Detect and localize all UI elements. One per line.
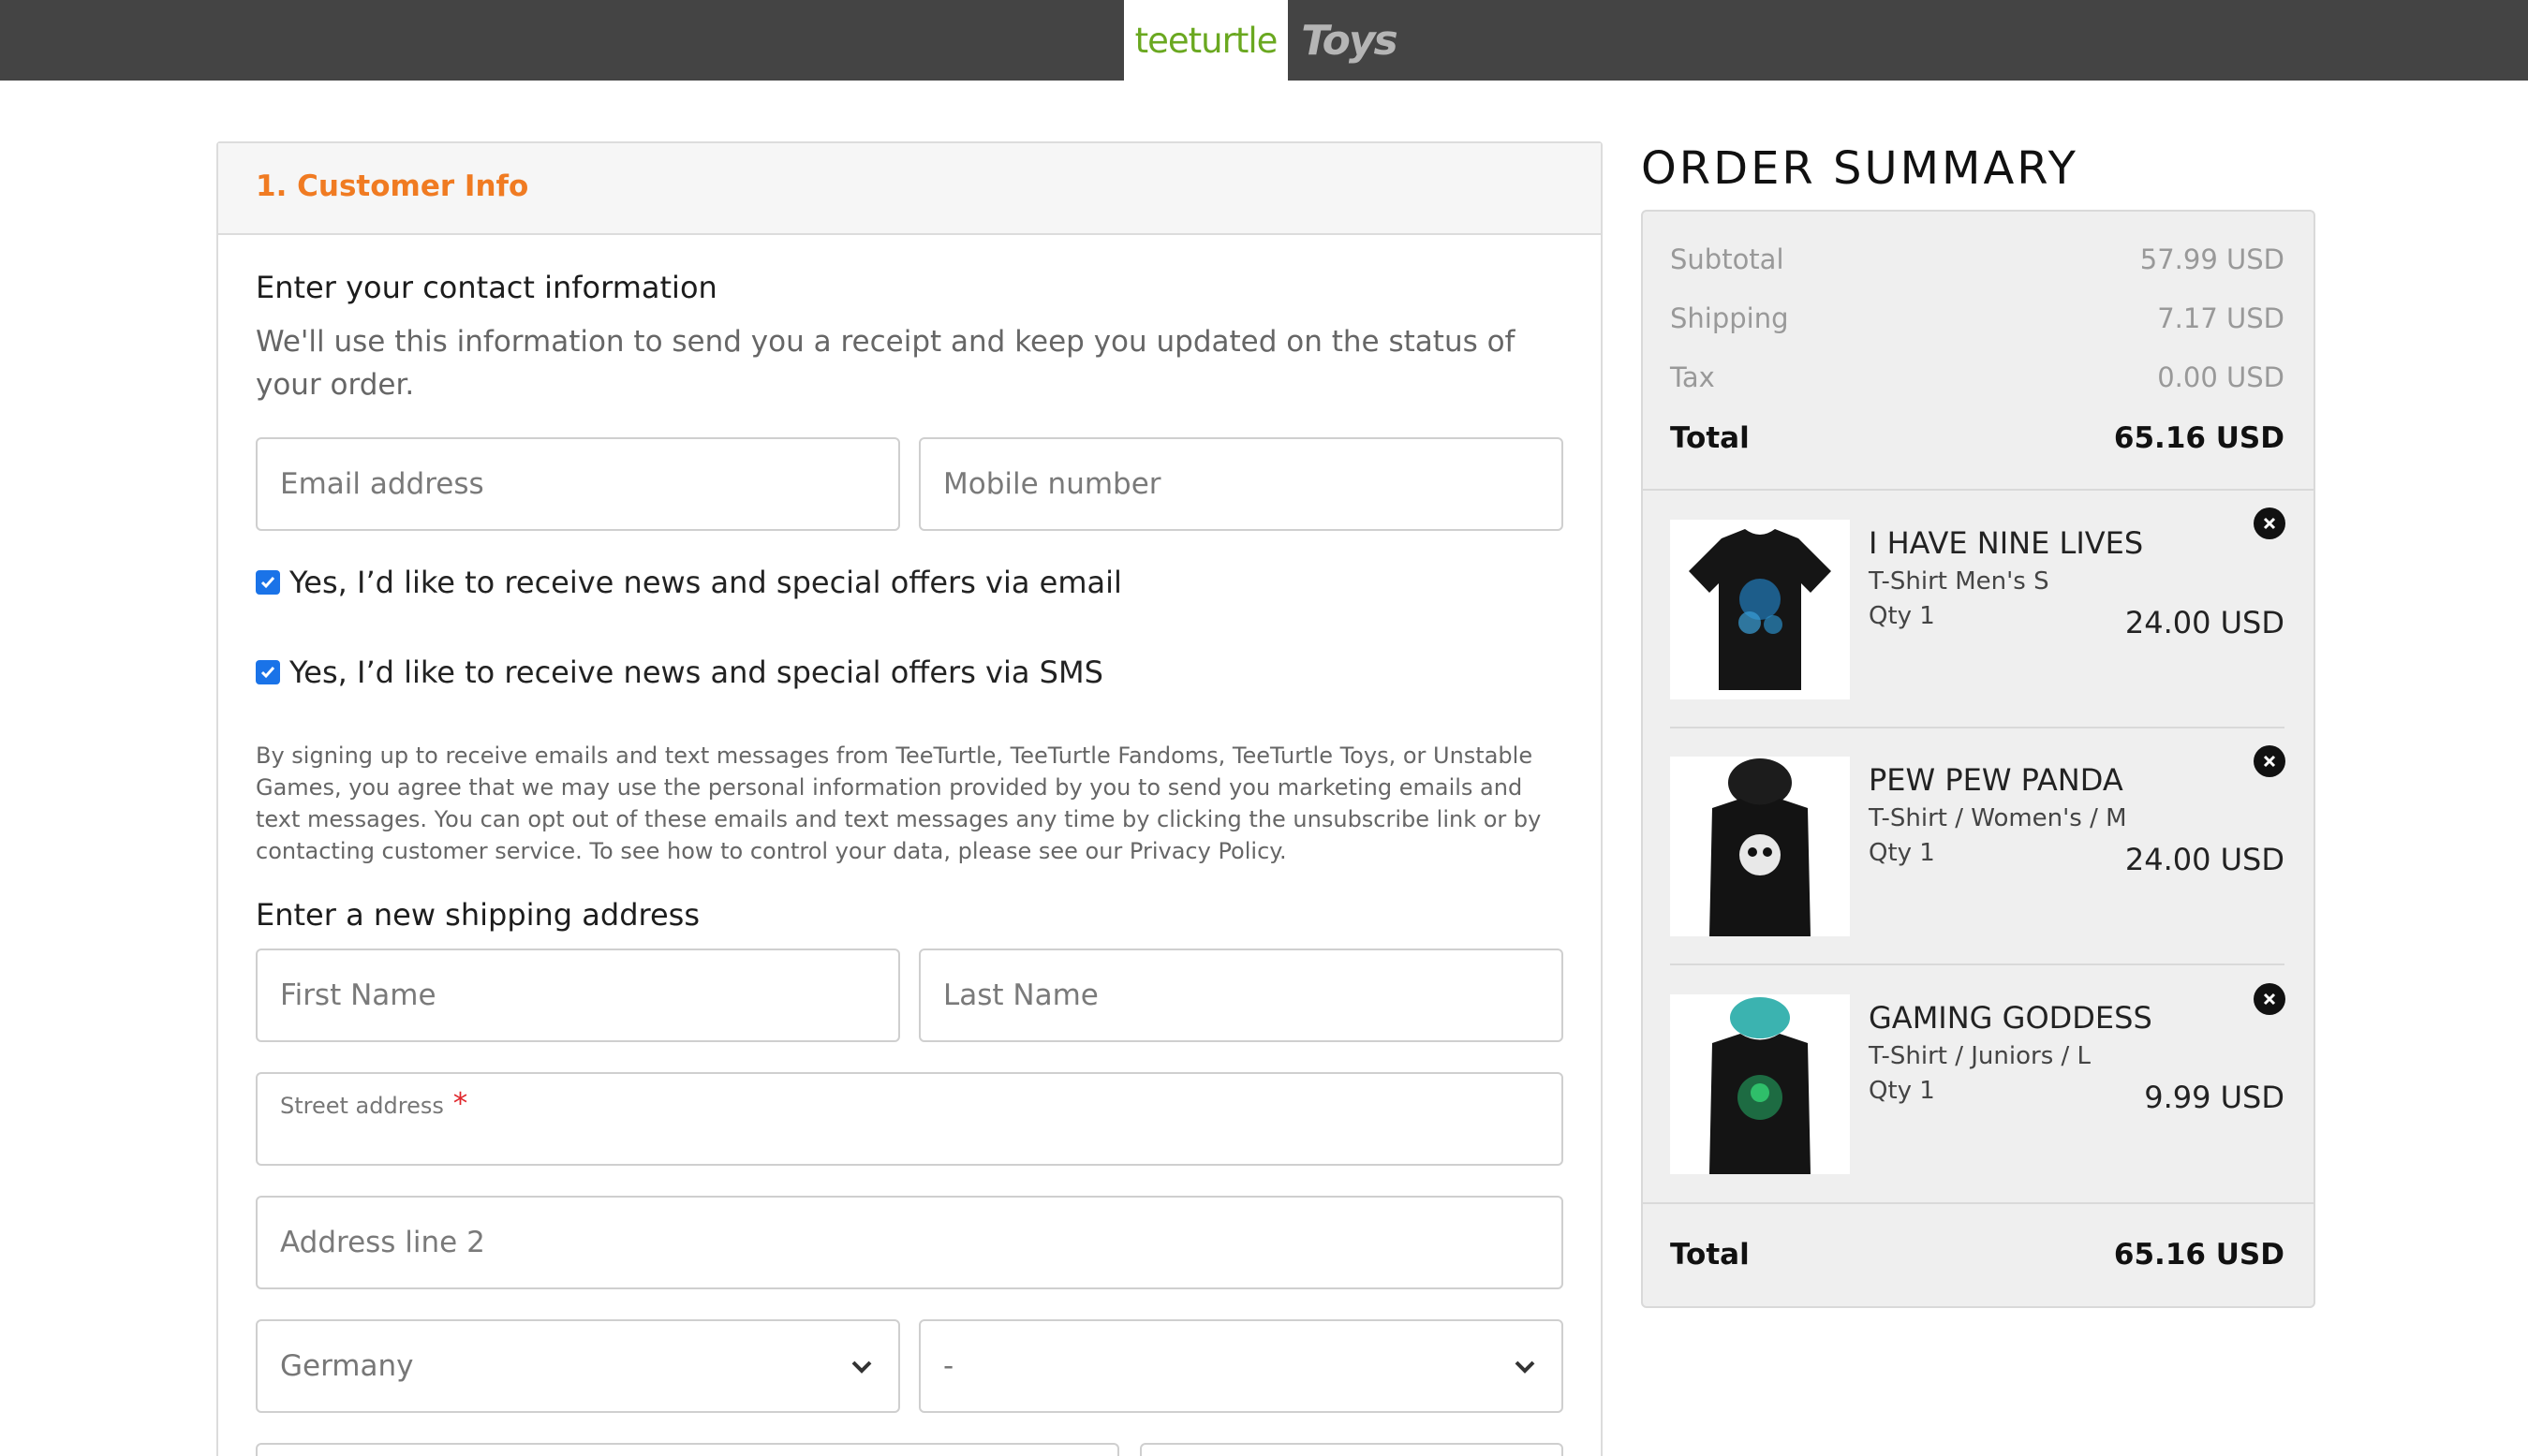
tax-value: 0.00 USD [2157,361,2284,393]
first-name-input[interactable] [280,978,876,1012]
item-thumbnail[interactable] [1670,994,1850,1174]
email-optin-checkbox[interactable] [256,570,280,595]
toys-logo-tab[interactable]: Toys [1288,0,1410,81]
address-line-2-field[interactable] [256,1196,1563,1289]
footer-total-row: Total 65.16 USD [1670,1238,2284,1272]
last-name-field[interactable] [919,949,1563,1042]
remove-item-button[interactable] [2254,507,2285,539]
street-address-field[interactable]: Street address * [256,1072,1563,1166]
tax-row: Tax 0.00 USD [1670,361,2284,393]
item-divider [1670,727,2284,728]
item-variant: T-Shirt / Women's / M [1869,804,2127,832]
teeturtle-logo: teeturtle [1134,20,1279,61]
close-icon [2263,993,2276,1006]
item-price: 24.00 USD [2124,605,2284,640]
tshirt-thumbnail-icon [1689,529,1831,690]
shipping-heading: Enter a new shipping address [256,897,700,933]
close-icon [2263,755,2276,768]
chevron-down-icon [851,1360,872,1374]
customer-info-card-header: 1. Customer Info [218,143,1601,235]
sms-optin-label: Yes, I’d like to receive news and specia… [289,654,1103,690]
street-address-label: Street address [280,1093,444,1119]
item-thumbnail[interactable] [1670,757,1850,936]
email-optin-row[interactable]: Yes, I’d like to receive news and specia… [256,565,1122,600]
marketing-legal-text: By signing up to receive emails and text… [256,743,1542,864]
mobile-input[interactable] [943,467,1539,501]
subtotal-label: Subtotal [1670,243,1784,275]
remove-item-button[interactable] [2254,745,2285,777]
item-name: I HAVE NINE LIVES [1869,525,2144,561]
item-variant: T-Shirt Men's S [1869,567,2049,596]
item-quantity: Qty 1 [1869,1077,1935,1105]
checkmark-icon [260,667,275,679]
email-field[interactable] [256,437,900,531]
order-summary-title: ORDER SUMMARY [1641,142,2078,195]
step-title: 1. Customer Info [256,169,529,203]
shipping-label: Shipping [1670,302,1789,334]
total-value: 65.16 USD [2113,421,2284,455]
item-quantity: Qty 1 [1869,602,1935,630]
postal-code-field[interactable] [256,1443,1119,1456]
total-label: Total [1670,421,1750,455]
subtotal-row: Subtotal 57.99 USD [1670,243,2284,275]
sms-optin-row[interactable]: Yes, I’d like to receive news and specia… [256,654,1103,690]
address-line-2-input[interactable] [280,1226,1539,1259]
subtotal-value: 57.99 USD [2139,243,2284,275]
summary-divider [1643,489,2314,491]
email-optin-label: Yes, I’d like to receive news and specia… [289,565,1122,600]
shipping-value: 7.17 USD [2157,302,2284,334]
item-name: GAMING GODDESS [1869,1000,2152,1036]
country-select[interactable]: Germany [256,1319,900,1413]
city-field[interactable] [1140,1443,1563,1456]
item-thumbnail[interactable] [1670,520,1850,699]
footer-total-value: 65.16 USD [2113,1238,2284,1272]
total-row: Total 65.16 USD [1670,421,2284,455]
item-name: PEW PEW PANDA [1869,762,2123,798]
item-price: 9.99 USD [2144,1080,2284,1115]
sms-optin-checkbox[interactable] [256,660,280,684]
email-input[interactable] [280,467,876,501]
region-select[interactable]: - [919,1319,1563,1413]
close-icon [2263,517,2276,530]
toys-logo: Toys [1301,16,1397,65]
tax-label: Tax [1670,361,1715,393]
remove-item-button[interactable] [2254,983,2285,1015]
region-value: - [943,1349,954,1383]
mobile-field[interactable] [919,437,1563,531]
checkmark-icon [260,577,275,589]
country-value: Germany [280,1349,414,1383]
item-divider [1670,963,2284,965]
contact-description: We'll use this information to send you a… [256,325,1515,402]
summary-footer-divider [1643,1202,2314,1204]
item-variant: T-Shirt / Juniors / L [1869,1042,2092,1070]
teeturtle-logo-tab[interactable]: teeturtle [1124,0,1288,81]
tshirt-thumbnail-icon [1709,997,1811,1174]
item-quantity: Qty 1 [1869,839,1935,867]
chevron-down-icon [1515,1360,1535,1374]
last-name-input[interactable] [943,978,1539,1012]
required-marker: * [452,1087,468,1121]
item-price: 24.00 USD [2124,842,2284,877]
tshirt-thumbnail-icon [1709,758,1811,936]
contact-heading: Enter your contact information [256,270,717,305]
first-name-field[interactable] [256,949,900,1042]
shipping-row: Shipping 7.17 USD [1670,302,2284,334]
footer-total-label: Total [1670,1238,1750,1272]
